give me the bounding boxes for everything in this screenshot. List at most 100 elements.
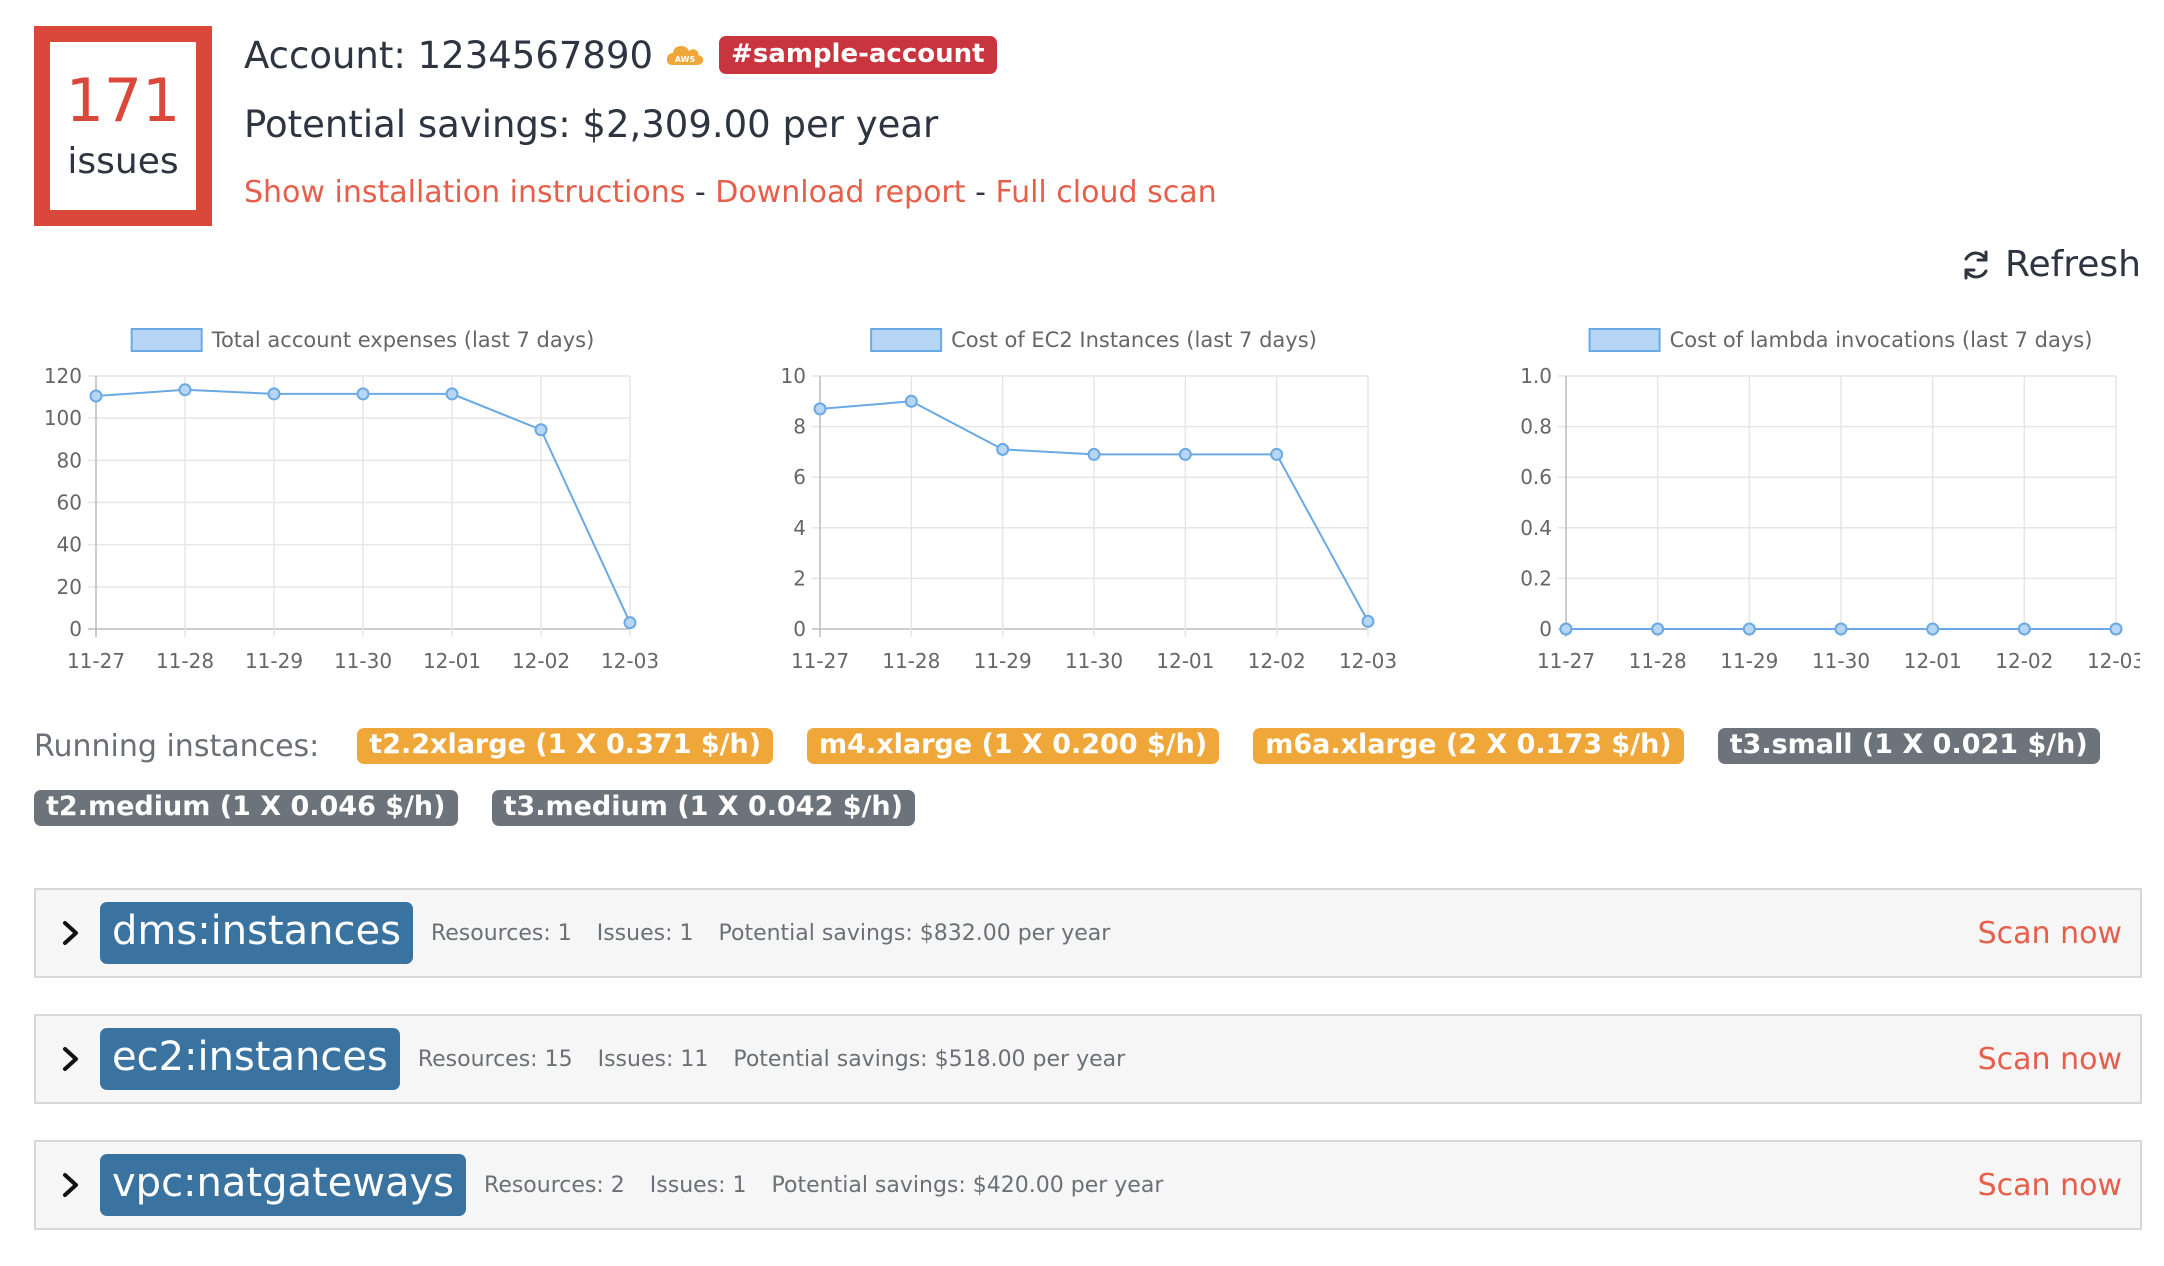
chart-y-tick-label: 0.6 bbox=[1520, 465, 1552, 489]
chevron-right-icon[interactable] bbox=[56, 918, 86, 948]
chart-data-point bbox=[1178, 447, 1192, 461]
instance-badge: t3.medium (1 X 0.042 $/h) bbox=[491, 790, 915, 826]
account-header: 171 issues Account: 1234567890 AWS #samp… bbox=[0, 0, 2164, 285]
chart-y-tick-label: 0 bbox=[1539, 617, 1552, 641]
chart-data-point bbox=[356, 387, 370, 401]
service-meta: Resources: 1 Issues: 1 Potential savings… bbox=[431, 921, 1128, 946]
service-issues: Issues: 1 bbox=[649, 1172, 747, 1198]
service-issues: Issues: 11 bbox=[597, 1046, 709, 1072]
chart-data-point bbox=[904, 394, 918, 408]
link-separator: - bbox=[965, 175, 996, 210]
chart-data-point bbox=[178, 383, 192, 397]
chart-x-tick-label: 11-29 bbox=[974, 649, 1032, 673]
instance-badge: t3.small (1 X 0.021 $/h) bbox=[1717, 728, 2100, 764]
chevron-right-icon[interactable] bbox=[56, 1170, 86, 1200]
chart-y-tick-label: 80 bbox=[57, 448, 82, 472]
chart-data-point bbox=[445, 387, 459, 401]
chart-data-point bbox=[267, 387, 281, 401]
chart-y-tick-label: 1.0 bbox=[1520, 364, 1552, 388]
chart-svg: Cost of lambda invocations (last 7 days)… bbox=[1520, 328, 2145, 673]
issues-label: issues bbox=[67, 141, 179, 182]
chart-x-tick-label: 11-30 bbox=[1812, 649, 1870, 673]
chart-y-tick-label: 10 bbox=[781, 364, 806, 388]
chart-x-tick-label: 12-02 bbox=[1995, 649, 2053, 673]
total-expenses-chart: Total account expenses (last 7 days) 0 20 4… bbox=[30, 320, 680, 680]
show-installation-instructions-link[interactable]: Show installation instructions bbox=[244, 175, 685, 210]
chart-data-point bbox=[1270, 447, 1284, 461]
chart-x-tick-label: 11-29 bbox=[1720, 649, 1778, 673]
chart-legend-label: Cost of EC2 Instances (last 7 days) bbox=[951, 328, 1317, 352]
service-resources: Resources: 2 bbox=[484, 1172, 625, 1198]
chart-x-tick-label: 12-01 bbox=[423, 649, 481, 673]
chart-data-point bbox=[2109, 622, 2123, 636]
chart-data-point bbox=[1742, 622, 1756, 636]
chart-data-point bbox=[2017, 622, 2031, 636]
account-id: Account: 1234567890 bbox=[244, 33, 654, 77]
service-row-vpc-natgateways[interactable]: vpc:natgateways Resources: 2 Issues: 1 P… bbox=[34, 1140, 2142, 1230]
service-meta: Resources: 2 Issues: 1 Potential savings… bbox=[484, 1173, 1181, 1198]
chart-y-tick-label: 120 bbox=[44, 364, 82, 388]
account-tag: #sample-account bbox=[719, 36, 997, 74]
service-row-ec2-instances[interactable]: ec2:instances Resources: 15 Issues: 11 P… bbox=[34, 1014, 2142, 1104]
service-list: dms:instances Resources: 1 Issues: 1 Pot… bbox=[34, 888, 2142, 1266]
potential-savings: Potential savings: $2,309.00 per year bbox=[244, 103, 939, 146]
chart-data-point bbox=[1651, 622, 1665, 636]
chart-data-point bbox=[623, 616, 637, 630]
chart-y-tick-label: 100 bbox=[44, 406, 82, 430]
refresh-button[interactable]: Refresh bbox=[1959, 244, 2141, 285]
scan-now-button[interactable]: Scan now bbox=[1978, 1168, 2122, 1203]
service-savings: Potential savings: $420.00 per year bbox=[771, 1172, 1164, 1198]
service-savings: Potential savings: $518.00 per year bbox=[733, 1046, 1126, 1072]
chart-x-tick-label: 11-27 bbox=[1537, 649, 1595, 673]
service-row-dms-instances[interactable]: dms:instances Resources: 1 Issues: 1 Pot… bbox=[34, 888, 2142, 978]
scan-now-button[interactable]: Scan now bbox=[1978, 916, 2122, 951]
chart-x-tick-label: 11-28 bbox=[882, 649, 940, 673]
chart-x-tick-label: 11-30 bbox=[334, 649, 392, 673]
chart-x-tick-label: 11-29 bbox=[245, 649, 303, 673]
chart-y-tick-label: 0.2 bbox=[1520, 566, 1552, 590]
chart-data-point bbox=[1926, 622, 1940, 636]
chart-x-tick-label: 12-03 bbox=[601, 649, 659, 673]
ec2-cost-chart: Cost of EC2 Instances (last 7 days) 0 2 4 6 8… bbox=[756, 320, 1397, 680]
refresh-icon bbox=[1964, 250, 1988, 279]
chart-x-tick-label: 11-28 bbox=[156, 649, 214, 673]
chart-x-tick-label: 12-01 bbox=[1904, 649, 1962, 673]
chart-legend-swatch bbox=[130, 328, 203, 352]
service-resources: Resources: 1 bbox=[430, 920, 572, 946]
chart-x-tick-label: 12-03 bbox=[2087, 649, 2140, 673]
chart-legend-label: Total account expenses (last 7 days) bbox=[211, 328, 595, 352]
service-savings: Potential savings: $832.00 per year bbox=[718, 920, 1111, 946]
service-name-badge: dms:instances bbox=[100, 902, 413, 964]
chart-data-point bbox=[534, 423, 548, 437]
chart-x-tick-label: 11-27 bbox=[67, 649, 125, 673]
chart-y-tick-label: 6 bbox=[793, 465, 806, 489]
chart-data-point bbox=[1087, 447, 1101, 461]
service-name-badge: vpc:natgateways bbox=[100, 1154, 467, 1216]
chart-data-point bbox=[813, 402, 827, 416]
instance-badge: t2.2xlarge (1 X 0.371 $/h) bbox=[357, 728, 774, 764]
service-name-badge: ec2:instances bbox=[100, 1028, 400, 1090]
scan-now-button[interactable]: Scan now bbox=[1978, 1042, 2122, 1077]
issues-count: 171 bbox=[65, 66, 181, 136]
chart-data-point bbox=[1559, 622, 1573, 636]
lambda-cost-chart: Cost of lambda invocations (last 7 days)… bbox=[1500, 320, 2145, 680]
chart-x-tick-label: 12-01 bbox=[1156, 649, 1214, 673]
download-report-link[interactable]: Download report bbox=[715, 175, 965, 210]
instance-badge: t2.medium (1 X 0.046 $/h) bbox=[34, 790, 458, 826]
chart-y-tick-label: 8 bbox=[793, 415, 806, 439]
chart-svg: Cost of EC2 Instances (last 7 days) 0 2 4 6 8… bbox=[781, 328, 1397, 673]
link-separator: - bbox=[685, 175, 716, 210]
aws-icon-label: AWS bbox=[675, 55, 696, 64]
chart-x-tick-label: 11-30 bbox=[1065, 649, 1123, 673]
refresh-label: Refresh bbox=[2005, 244, 2141, 285]
aws-cloud-icon: AWS bbox=[666, 46, 704, 65]
service-issues: Issues: 1 bbox=[596, 920, 694, 946]
charts-row: Total account expenses (last 7 days) 0 20 4… bbox=[0, 320, 2164, 680]
full-cloud-scan-link[interactable]: Full cloud scan bbox=[995, 175, 1216, 210]
chart-x-tick-label: 12-02 bbox=[512, 649, 570, 673]
chart-y-tick-label: 20 bbox=[57, 575, 82, 599]
chart-legend-swatch bbox=[1588, 328, 1661, 352]
service-meta: Resources: 15 Issues: 11 Potential savin… bbox=[418, 1047, 1143, 1072]
chart-data-point bbox=[89, 389, 103, 403]
chevron-right-icon[interactable] bbox=[56, 1044, 86, 1074]
